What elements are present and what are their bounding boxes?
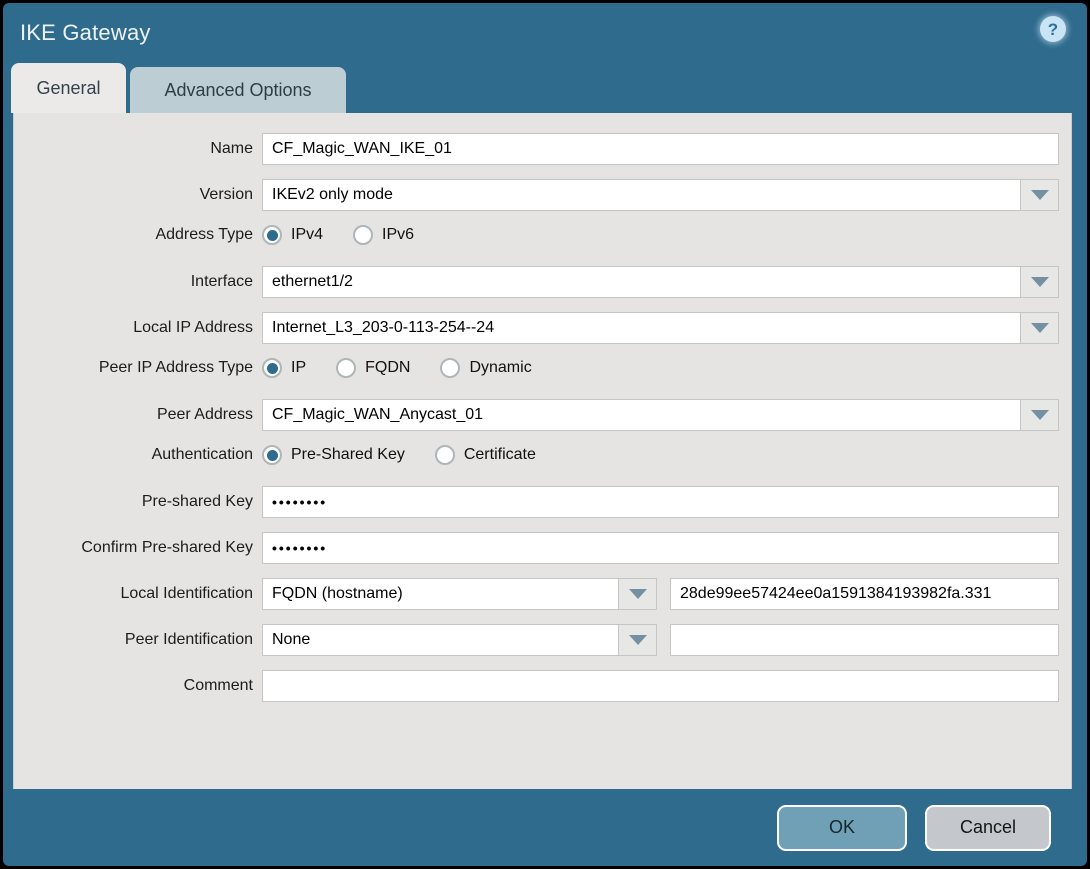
address-type-label: Address Type	[155, 226, 253, 243]
radio-fqdn-circle[interactable]	[336, 358, 357, 378]
radio-dynamic[interactable]: Dynamic	[440, 358, 532, 378]
radio-ipv4[interactable]: IPv4	[262, 225, 323, 245]
local-ip-address-value: Internet_L3_203-0-113-254--24	[272, 319, 495, 336]
radio-ip-circle[interactable]	[262, 358, 282, 378]
comment-input[interactable]	[262, 670, 1059, 702]
radio-ip-label: IP	[291, 359, 307, 376]
radio-ipv6[interactable]: IPv6	[353, 225, 414, 245]
peer-identification-value-input[interactable]	[670, 624, 1059, 656]
interface-dropdown-arrow-icon[interactable]	[1020, 267, 1058, 297]
local-ip-address-label: Local IP Address	[133, 319, 253, 336]
interface-label: Interface	[190, 273, 253, 290]
ike-gateway-dialog: IKE Gateway ? General Advanced Options N…	[0, 0, 1090, 869]
radio-fqdn[interactable]: FQDN	[336, 358, 410, 378]
address-type-radio-group: IPv4 IPv6	[262, 225, 414, 245]
radio-fqdn-label: FQDN	[365, 359, 411, 376]
pre-shared-key-label: Pre-shared Key	[141, 493, 253, 510]
peer-address-row: Peer Address CF_Magic_WAN_Anycast_01	[14, 399, 1059, 431]
peer-identification-type-value: None	[272, 631, 311, 648]
title-bar: IKE Gateway ?	[3, 3, 1087, 63]
radio-ipv6-circle[interactable]	[353, 225, 374, 245]
pre-shared-key-input[interactable]	[262, 486, 1059, 518]
radio-pre-shared-key[interactable]: Pre-Shared Key	[262, 445, 405, 465]
local-identification-label: Local Identification	[120, 585, 253, 602]
local-identification-dropdown-arrow-icon[interactable]	[618, 579, 656, 609]
interface-row: Interface ethernet1/2	[14, 266, 1059, 298]
radio-dynamic-label: Dynamic	[469, 359, 532, 376]
peer-identification-label: Peer Identification	[124, 631, 253, 648]
peer-ip-address-type-row: Peer IP Address Type IP FQDN Dynamic	[14, 358, 1059, 378]
peer-address-dropdown[interactable]: CF_Magic_WAN_Anycast_01	[262, 399, 1059, 431]
interface-dropdown[interactable]: ethernet1/2	[262, 266, 1059, 298]
radio-ipv4-label: IPv4	[291, 226, 324, 243]
tab-general-label: General	[36, 77, 101, 98]
peer-address-value: CF_Magic_WAN_Anycast_01	[272, 406, 484, 423]
radio-ipv6-label: IPv6	[382, 226, 415, 243]
address-type-row: Address Type IPv4 IPv6	[14, 225, 1059, 245]
authentication-row: Authentication Pre-Shared Key Certificat…	[14, 445, 1059, 465]
version-value: IKEv2 only mode	[272, 186, 393, 203]
peer-identification-dropdown-arrow-icon[interactable]	[618, 625, 656, 655]
name-input[interactable]	[262, 133, 1059, 165]
pre-shared-key-row: Pre-shared Key	[14, 486, 1059, 518]
cancel-button[interactable]: Cancel	[925, 804, 1051, 851]
confirm-pre-shared-key-row: Confirm Pre-shared Key	[14, 532, 1059, 564]
radio-ipv4-circle[interactable]	[262, 225, 282, 245]
local-identification-type-dropdown[interactable]: FQDN (hostname)	[262, 578, 657, 610]
dialog-frame: IKE Gateway ? General Advanced Options N…	[3, 3, 1087, 866]
authentication-label: Authentication	[151, 446, 253, 463]
name-label: Name	[210, 140, 253, 157]
form-panel: Name Version IKEv2 only mode Address Typ…	[13, 113, 1072, 789]
authentication-radio-group: Pre-Shared Key Certificate	[262, 445, 536, 465]
radio-certificate[interactable]: Certificate	[434, 445, 536, 465]
dialog-title: IKE Gateway	[20, 20, 151, 45]
peer-ip-address-type-label: Peer IP Address Type	[98, 359, 253, 376]
tab-general[interactable]: General	[11, 63, 126, 113]
radio-certificate-circle[interactable]	[434, 445, 455, 465]
radio-ip[interactable]: IP	[262, 358, 306, 378]
local-ip-address-dropdown[interactable]: Internet_L3_203-0-113-254--24	[262, 312, 1059, 344]
peer-ip-address-type-radio-group: IP FQDN Dynamic	[262, 358, 532, 378]
tab-bar: General Advanced Options	[3, 63, 1087, 113]
name-row: Name	[14, 133, 1059, 165]
peer-address-dropdown-arrow-icon[interactable]	[1020, 400, 1058, 430]
tab-advanced-options[interactable]: Advanced Options	[130, 67, 346, 113]
tab-advanced-options-label: Advanced Options	[164, 79, 312, 100]
peer-identification-type-dropdown[interactable]: None	[262, 624, 657, 656]
confirm-pre-shared-key-label: Confirm Pre-shared Key	[81, 539, 253, 556]
help-icon[interactable]: ?	[1040, 16, 1066, 42]
dialog-footer: OK Cancel	[3, 789, 1087, 866]
version-row: Version IKEv2 only mode	[14, 179, 1059, 211]
radio-dynamic-circle[interactable]	[440, 358, 461, 378]
interface-value: ethernet1/2	[272, 273, 353, 290]
confirm-pre-shared-key-input[interactable]	[262, 532, 1059, 564]
local-ip-address-row: Local IP Address Internet_L3_203-0-113-2…	[14, 312, 1059, 344]
radio-pre-shared-key-circle[interactable]	[262, 445, 282, 465]
local-identification-type-value: FQDN (hostname)	[272, 585, 403, 602]
local-identification-row: Local Identification FQDN (hostname)	[14, 578, 1059, 610]
ok-button[interactable]: OK	[777, 804, 907, 851]
radio-pre-shared-key-label: Pre-Shared Key	[291, 446, 405, 463]
peer-address-label: Peer Address	[156, 406, 253, 423]
question-mark-glyph: ?	[1047, 19, 1059, 39]
comment-label: Comment	[183, 677, 253, 694]
radio-certificate-label: Certificate	[463, 446, 536, 463]
local-ip-address-dropdown-arrow-icon[interactable]	[1020, 313, 1058, 343]
comment-row: Comment	[14, 670, 1059, 702]
version-dropdown[interactable]: IKEv2 only mode	[262, 179, 1059, 211]
version-label: Version	[199, 186, 253, 203]
peer-identification-row: Peer Identification None	[14, 624, 1059, 656]
version-dropdown-arrow-icon[interactable]	[1020, 180, 1058, 210]
local-identification-value-input[interactable]	[670, 578, 1059, 610]
